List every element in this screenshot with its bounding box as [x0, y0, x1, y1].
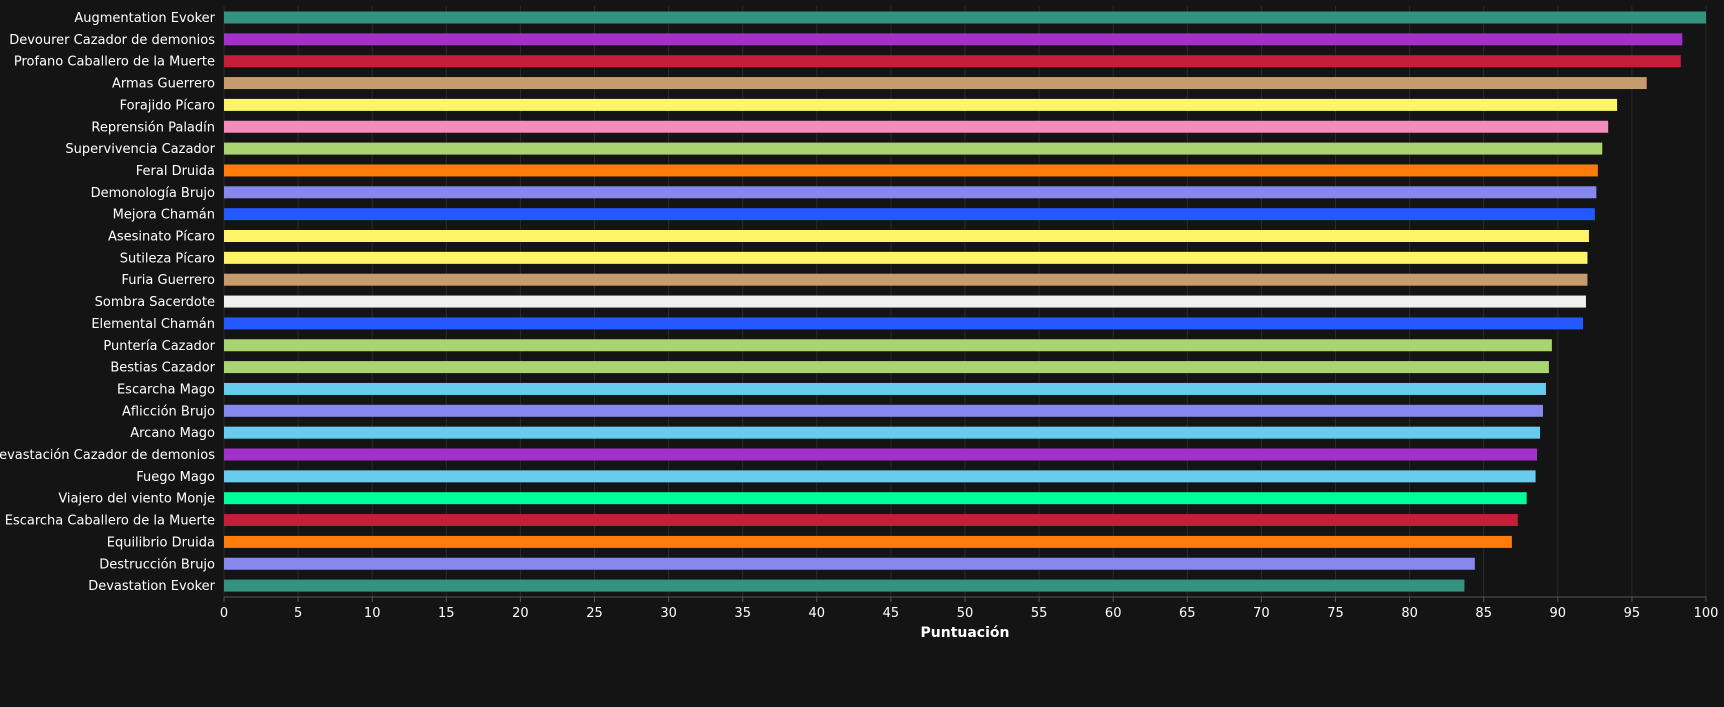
- category-label: Devourer Cazador de demonios: [9, 33, 215, 48]
- x-axis-ticks: 0 5 10 15 20 25 30 35 40 45 50 55 60 65 70 75 80 85 90 95 10…: [220, 597, 1719, 621]
- category-label: Sombra Sacerdote: [95, 295, 215, 310]
- x-tick-label: 65: [1179, 606, 1196, 621]
- bar[interactable]: [224, 470, 1536, 483]
- category-label: Sutileza Pícaro: [120, 251, 215, 266]
- bar[interactable]: [224, 317, 1583, 330]
- category-label: Armas Guerrero: [112, 77, 215, 92]
- x-tick-label: 100: [1694, 606, 1719, 621]
- category-label: Devastation Evoker: [88, 579, 215, 594]
- x-tick-label: 20: [512, 606, 529, 621]
- x-tick-label: 55: [1031, 606, 1048, 621]
- category-label: Bestias Cazador: [110, 361, 215, 376]
- bar[interactable]: [224, 142, 1603, 155]
- x-tick-label: 95: [1624, 606, 1641, 621]
- category-label: Destrucción Brujo: [99, 557, 215, 572]
- bar[interactable]: [224, 251, 1588, 264]
- category-label: Reprensión Paladín: [91, 120, 215, 135]
- bar[interactable]: [224, 535, 1512, 548]
- category-label: Mejora Chamán: [113, 208, 215, 223]
- category-label: Asesinato Pícaro: [108, 230, 215, 245]
- bar[interactable]: [224, 230, 1589, 242]
- bar[interactable]: [224, 11, 1706, 24]
- category-label: Demonología Brujo: [91, 186, 215, 201]
- x-tick-label: 25: [586, 606, 603, 621]
- category-label: Devastación Cazador de demonios: [0, 448, 215, 463]
- bar-chart: Augmentation Evoker Devourer Cazador de d…: [0, 6, 1719, 641]
- x-tick-label: 5: [294, 606, 302, 621]
- bar[interactable]: [224, 295, 1586, 308]
- x-tick-label: 90: [1550, 606, 1567, 621]
- x-tick-label: 10: [364, 606, 381, 621]
- bar[interactable]: [224, 186, 1597, 199]
- bar[interactable]: [224, 273, 1588, 286]
- x-tick-label: 0: [220, 606, 228, 621]
- x-tick-label: 15: [438, 606, 455, 621]
- bar[interactable]: [224, 514, 1518, 527]
- category-label: Elemental Chamán: [91, 317, 215, 332]
- bar[interactable]: [224, 361, 1549, 374]
- bar[interactable]: [224, 557, 1475, 570]
- bar[interactable]: [224, 120, 1609, 133]
- x-tick-label: 50: [957, 606, 974, 621]
- x-axis-title: Puntuación: [921, 625, 1010, 641]
- category-label: Viajero del viento Monje: [58, 492, 215, 507]
- bar[interactable]: [224, 77, 1647, 90]
- bar[interactable]: [224, 404, 1543, 417]
- bar[interactable]: [224, 579, 1465, 592]
- bar[interactable]: [224, 164, 1598, 177]
- category-label: Arcano Mago: [130, 426, 215, 441]
- category-label: Escarcha Mago: [117, 382, 215, 397]
- bar[interactable]: [224, 98, 1618, 111]
- bar[interactable]: [224, 492, 1527, 505]
- bar[interactable]: [224, 33, 1683, 46]
- category-label: Profano Caballero de la Muerte: [14, 55, 215, 70]
- bar[interactable]: [224, 426, 1541, 439]
- category-label: Equilibrio Druida: [107, 535, 215, 550]
- bar[interactable]: [224, 382, 1546, 395]
- category-labels: Augmentation Evoker Devourer Cazador de d…: [0, 11, 216, 594]
- x-tick-label: 35: [734, 606, 751, 621]
- bar[interactable]: [224, 448, 1538, 461]
- category-label: Furia Guerrero: [121, 273, 215, 288]
- x-tick-label: 80: [1401, 606, 1418, 621]
- category-label: Supervivencia Cazador: [65, 142, 215, 157]
- x-tick-label: 70: [1253, 606, 1270, 621]
- x-tick-label: 60: [1105, 606, 1122, 621]
- category-label: Augmentation Evoker: [74, 11, 215, 26]
- x-tick-label: 30: [660, 606, 677, 621]
- x-tick-label: 45: [883, 606, 900, 621]
- x-tick-label: 75: [1327, 606, 1344, 621]
- bar[interactable]: [224, 55, 1681, 68]
- category-label: Aflicción Brujo: [122, 404, 215, 419]
- x-tick-label: 85: [1475, 606, 1492, 621]
- category-label: Escarcha Caballero de la Muerte: [5, 514, 215, 529]
- category-label: Feral Druida: [136, 164, 215, 179]
- category-label: Fuego Mago: [136, 470, 215, 485]
- x-tick-label: 40: [809, 606, 826, 621]
- category-label: Puntería Cazador: [103, 339, 215, 354]
- category-label: Forajido Pícaro: [120, 98, 215, 113]
- bar[interactable]: [224, 208, 1595, 221]
- bar[interactable]: [224, 339, 1552, 352]
